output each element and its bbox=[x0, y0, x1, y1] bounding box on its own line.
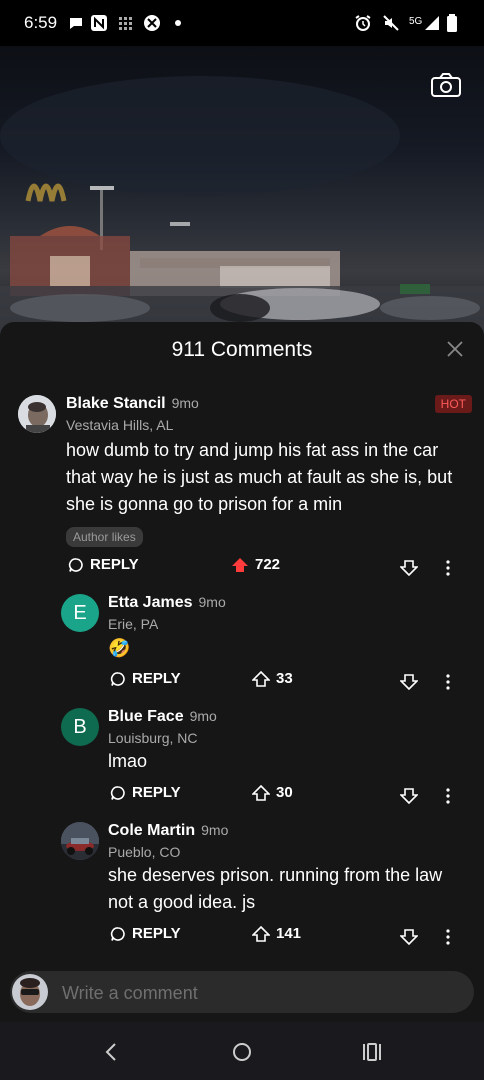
comment-author[interactable]: Etta James 9mo bbox=[108, 594, 226, 612]
reply-icon bbox=[110, 671, 125, 686]
downvote-icon[interactable] bbox=[399, 673, 419, 691]
comment-actions: REPLY 33 bbox=[0, 670, 484, 694]
reply-button[interactable]: REPLY bbox=[110, 925, 181, 942]
comment-author[interactable]: Blake Stancil 9mo bbox=[66, 395, 199, 413]
more-options-icon[interactable] bbox=[444, 559, 452, 577]
more-options-icon[interactable] bbox=[444, 787, 452, 805]
home-icon[interactable] bbox=[230, 1040, 254, 1064]
reply-label: REPLY bbox=[132, 925, 181, 942]
system-nav-bar bbox=[0, 1022, 484, 1080]
upvote-button[interactable]: 33 bbox=[252, 670, 293, 687]
comment-input[interactable] bbox=[60, 971, 464, 1015]
alarm-icon bbox=[354, 14, 372, 32]
xbox-icon bbox=[143, 14, 161, 32]
reply-label: REPLY bbox=[90, 556, 139, 573]
comment-text: lmao bbox=[108, 751, 148, 771]
avatar[interactable]: E bbox=[61, 594, 99, 632]
downvote-icon[interactable] bbox=[399, 928, 419, 946]
reply-button[interactable]: REPLY bbox=[110, 670, 181, 687]
vote-count: 722 bbox=[255, 556, 281, 573]
author-name: Cole Martin bbox=[108, 822, 196, 839]
vote-count: 33 bbox=[276, 670, 293, 687]
reply-button[interactable]: REPLY bbox=[110, 784, 181, 801]
reply-icon bbox=[110, 785, 125, 800]
upvote-button[interactable]: 30 bbox=[252, 784, 293, 801]
upvote-icon bbox=[252, 925, 270, 942]
comment-location: Erie, PA bbox=[108, 616, 159, 632]
close-icon[interactable] bbox=[446, 340, 464, 358]
hot-badge: HOT bbox=[434, 395, 472, 413]
network-label: 5G bbox=[409, 15, 423, 27]
comments-panel: 911 Comments Blake Stancil 9mo Vestavia H… bbox=[0, 322, 484, 1022]
vote-count: 141 bbox=[276, 925, 302, 942]
author-likes-badge: Author likes bbox=[66, 527, 143, 547]
video-player[interactable] bbox=[0, 46, 484, 346]
upvote-button[interactable]: 722 bbox=[231, 556, 280, 573]
vote-count: 30 bbox=[276, 784, 293, 801]
comment-actions: REPLY 722 bbox=[0, 556, 484, 580]
dot-icon bbox=[174, 14, 182, 32]
grid-icon bbox=[118, 14, 132, 32]
back-icon[interactable] bbox=[100, 1040, 124, 1064]
reply-label: REPLY bbox=[132, 784, 181, 801]
status-bar: 6:59 5G bbox=[0, 0, 484, 46]
comment-location: Pueblo, CO bbox=[108, 844, 181, 860]
more-options-icon[interactable] bbox=[444, 928, 452, 946]
battery-icon bbox=[446, 14, 458, 32]
comment-actions: REPLY 30 bbox=[0, 784, 484, 808]
video-frame bbox=[0, 76, 484, 346]
app-n-icon bbox=[90, 14, 108, 32]
comment-text: 🤣 bbox=[108, 638, 131, 658]
mute-icon bbox=[382, 14, 400, 32]
downvote-icon[interactable] bbox=[399, 787, 419, 805]
comment-time: 9mo bbox=[189, 708, 217, 724]
upvote-button[interactable]: 141 bbox=[252, 925, 301, 942]
signal-icon bbox=[424, 14, 440, 32]
reply-label: REPLY bbox=[132, 670, 181, 687]
author-name: Blue Face bbox=[108, 708, 184, 725]
comment-text: she deserves prison. running from the la… bbox=[108, 865, 443, 912]
upvote-icon bbox=[252, 670, 270, 687]
my-avatar bbox=[12, 974, 48, 1010]
reply-icon bbox=[68, 557, 83, 572]
comment-time: 9mo bbox=[171, 395, 199, 411]
comment-composer bbox=[10, 971, 474, 1015]
recents-icon[interactable] bbox=[360, 1040, 384, 1064]
comment-location: Louisburg, NC bbox=[108, 730, 198, 746]
camera-icon[interactable] bbox=[430, 72, 462, 98]
comment-author[interactable]: Cole Martin 9mo bbox=[108, 822, 228, 840]
avatar[interactable]: B bbox=[61, 708, 99, 746]
author-name: Etta James bbox=[108, 594, 193, 611]
more-options-icon[interactable] bbox=[444, 673, 452, 691]
downvote-icon[interactable] bbox=[399, 559, 419, 577]
avatar[interactable] bbox=[61, 822, 99, 860]
comment-author[interactable]: Blue Face 9mo bbox=[108, 708, 217, 726]
upvote-icon bbox=[232, 557, 248, 572]
comment-time: 9mo bbox=[198, 594, 226, 610]
author-name: Blake Stancil bbox=[66, 395, 166, 412]
avatar[interactable] bbox=[18, 395, 56, 433]
status-time: 6:59 bbox=[24, 13, 58, 32]
comment-actions: REPLY 141 bbox=[0, 925, 484, 949]
comment-time: 9mo bbox=[201, 822, 229, 838]
reply-icon bbox=[110, 926, 125, 941]
upvote-icon bbox=[252, 784, 270, 801]
reply-button[interactable]: REPLY bbox=[68, 556, 139, 573]
panel-title: 911 Comments bbox=[171, 338, 313, 361]
comment-text: how dumb to try and jump his fat ass in … bbox=[66, 440, 453, 514]
message-icon bbox=[68, 14, 84, 32]
comment-location: Vestavia Hills, AL bbox=[66, 417, 174, 433]
